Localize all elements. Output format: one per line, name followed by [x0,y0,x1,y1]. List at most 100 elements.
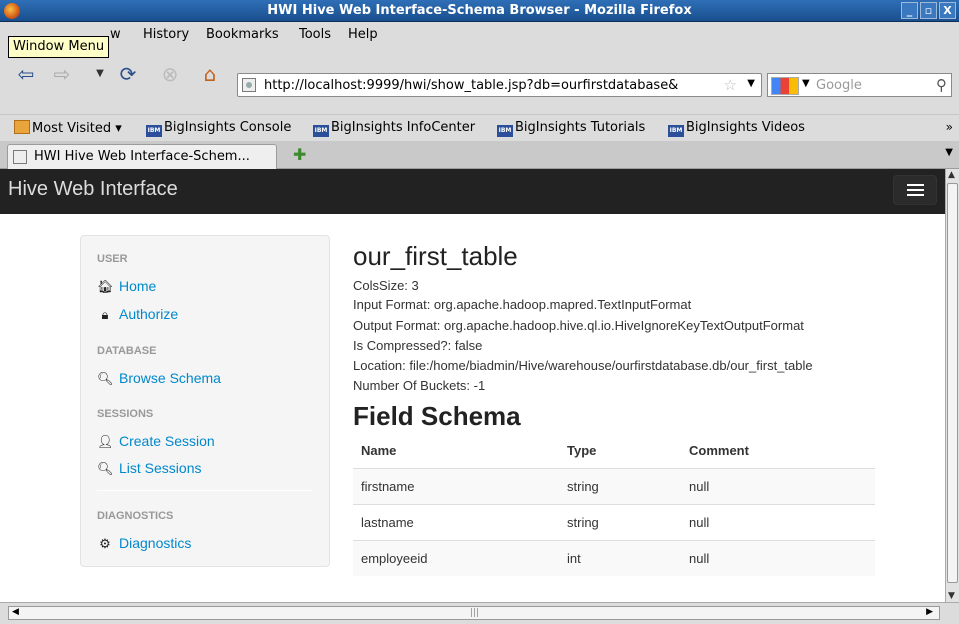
lock-icon: 🔒︎ [101,307,109,322]
user-icon: 👤︎ [97,434,114,449]
field-type-cell: string [559,467,681,504]
tab-strip: HWI Hive Web Interface-Schem... ✚ ▼ [0,141,959,169]
search-engine-icon[interactable] [771,77,799,95]
reload-icon[interactable]: ⟳ [116,62,140,86]
nav-header-database: DATABASE [97,345,157,357]
column-header-name: Name [353,434,559,469]
app-navbar: Hive Web Interface [0,169,945,214]
search-icon[interactable]: ⚲ [936,76,947,94]
vertical-scroll-thumb[interactable] [947,183,958,583]
bookmark-label: BigInsights Tutorials [515,120,646,135]
bookmark-label: BigInsights InfoCenter [331,120,476,135]
stop-icon[interactable]: ⊗ [158,62,182,86]
search-placeholder: Google [816,78,862,93]
tab-list-icon[interactable]: ▼ [945,147,953,158]
scroll-right-icon[interactable]: ▶ [926,607,933,617]
input-format: Input Format: org.apache.hadoop.mapred.T… [353,297,692,312]
scroll-left-icon[interactable]: ◀ [12,607,19,617]
app-brand[interactable]: Hive Web Interface [8,178,178,201]
sidebar-item-label: Browse Schema [119,370,221,386]
column-header-comment: Comment [681,434,875,469]
sidebar-item-create-session[interactable]: 👤︎ Create Session [97,433,215,450]
url-text[interactable]: http://localhost:9999/hwi/show_table.jsp… [264,78,678,93]
field-name-cell: lastname [353,503,559,540]
bookmarks-toolbar: Most Visited ▾ IBM BigInsights Console IB… [0,114,959,141]
field-comment-cell: null [681,539,875,576]
sidebar-item-list-sessions[interactable]: 🔍︎ List Sessions [97,460,201,477]
field-name-cell: firstname [353,467,559,504]
sidebar-item-label: Authorize [119,306,179,322]
ibm-icon: IBM [146,125,162,137]
bookmark-star-icon[interactable]: ☆ [724,76,737,94]
menu-toggle-icon[interactable] [893,175,937,205]
sidebar-item-label: Home [119,278,157,294]
table-row: firstname string null [353,467,875,504]
menu-view[interactable]: w [110,27,121,42]
menu-bar: w History Bookmarks Tools Help [0,22,959,48]
scroll-down-icon[interactable]: ▼ [948,591,955,601]
page-icon [13,150,27,164]
sidebar-item-authorize[interactable]: 🔒︎ Authorize [97,306,179,323]
back-arrow-icon[interactable]: ⇦ [14,62,38,86]
output-format: Output Format: org.apache.hadoop.hive.ql… [353,318,804,333]
bookmark-tutorials[interactable]: IBM BigInsights Tutorials [497,120,645,137]
location: Location: file:/home/biadmin/Hive/wareho… [353,358,813,373]
search-icon: 🔍︎ [97,461,114,476]
sidebar-item-diagnostics[interactable]: ⚙ Diagnostics [97,535,191,552]
new-tab-icon[interactable]: ✚ [293,145,306,164]
ibm-icon: IBM [668,125,684,137]
menu-tools[interactable]: Tools [299,27,331,42]
folder-icon [14,120,30,134]
window-menu-tooltip: Window Menu [8,36,110,58]
horizontal-scrollbar[interactable]: ◀ ||| ▶ [0,602,959,624]
table-row: employeeid int null [353,539,875,576]
bookmark-label: BigInsights Videos [686,120,805,135]
field-comment-cell: null [681,503,875,540]
bookmark-most-visited[interactable]: Most Visited ▾ [14,120,122,136]
history-dropdown-icon[interactable]: ▼ [88,62,112,86]
menu-help[interactable]: Help [348,27,378,42]
vertical-scrollbar[interactable]: ▲ ▼ [945,169,959,602]
scroll-grip-icon: ||| [470,608,480,618]
sidebar-item-label: List Sessions [119,460,202,476]
nav-header-sessions: SESSIONS [97,408,154,420]
window-title: HWI Hive Web Interface-Schema Browser - … [267,3,692,18]
site-identity-icon[interactable] [242,78,256,92]
field-schema-table: Name Type Comment firstname string null … [353,434,875,576]
maximize-button[interactable]: ▫ [920,2,937,19]
tab-active[interactable]: HWI Hive Web Interface-Schem... [7,144,277,169]
bookmark-videos[interactable]: IBM BigInsights Videos [668,120,805,137]
close-button[interactable]: X [939,2,956,19]
bookmarks-overflow-icon[interactable]: » [946,120,953,134]
menu-history[interactable]: History [143,27,189,42]
bookmark-infocenter[interactable]: IBM BigInsights InfoCenter [313,120,475,137]
nav-header-user: USER [97,253,128,265]
minimize-button[interactable]: _ [901,2,918,19]
is-compressed: Is Compressed?: false [353,338,483,353]
home-icon[interactable]: ⌂ [198,62,222,86]
search-engine-dropdown-icon[interactable]: ▼ [802,78,810,89]
page-viewport: Hive Web Interface USER 🏠︎ Home 🔒︎ Authori… [0,169,945,602]
tab-label: HWI Hive Web Interface-Schem... [34,149,250,164]
scroll-up-icon[interactable]: ▲ [948,170,955,180]
sidebar-item-label: Diagnostics [119,535,192,551]
table-name-heading: our_first_table [353,241,518,271]
window-titlebar[interactable]: HWI Hive Web Interface-Schema Browser - … [0,0,959,22]
table-row: lastname string null [353,503,875,540]
field-name-cell: employeeid [353,539,559,576]
url-dropdown-icon[interactable]: ▼ [747,78,755,89]
cols-size: ColsSize: 3 [353,278,419,293]
most-visited-label: Most Visited [32,121,112,136]
ibm-icon: IBM [313,125,329,137]
forward-arrow-icon[interactable]: ⇨ [50,62,74,86]
field-comment-cell: null [681,467,875,504]
column-header-type: Type [559,434,681,469]
field-type-cell: int [559,539,681,576]
sidebar-item-browse-schema[interactable]: 🔍︎ Browse Schema [97,370,221,387]
sidebar-divider [97,490,313,491]
search-box[interactable]: ▼ Google ⚲ [767,73,952,97]
bookmark-console[interactable]: IBM BigInsights Console [146,120,291,137]
sidebar-item-home[interactable]: 🏠︎ Home [97,278,156,295]
url-bar[interactable]: http://localhost:9999/hwi/show_table.jsp… [237,73,762,97]
menu-bookmarks[interactable]: Bookmarks [206,27,279,42]
